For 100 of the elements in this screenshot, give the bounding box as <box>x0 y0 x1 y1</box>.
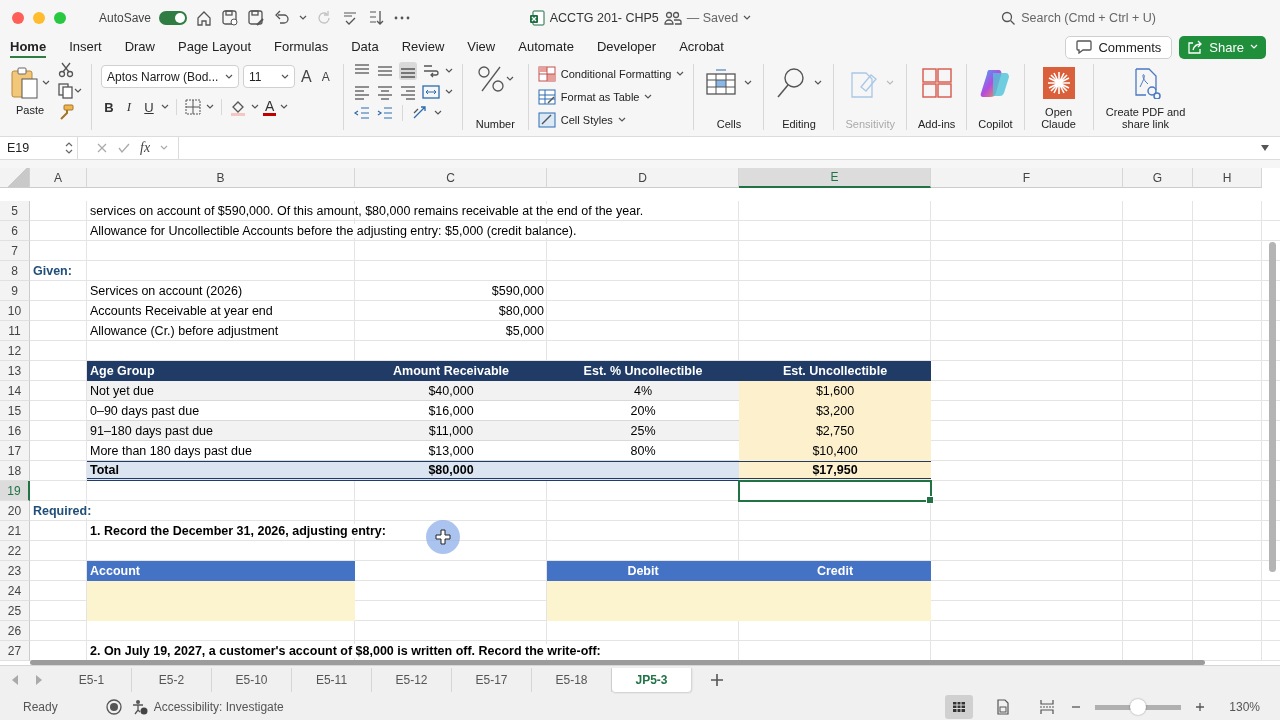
wrap-text-icon[interactable] <box>421 62 440 80</box>
bottom-align-icon[interactable] <box>398 62 417 80</box>
decrease-indent-icon[interactable] <box>352 104 371 122</box>
caret-icon[interactable] <box>251 104 259 110</box>
row-header[interactable]: 25 <box>0 601 30 621</box>
increase-font-button[interactable]: A <box>299 65 314 88</box>
zoom-slider-thumb[interactable] <box>1130 699 1147 715</box>
sheet-tab[interactable]: E5-1 <box>52 668 132 692</box>
style-menu-button[interactable]: Format as Table <box>537 89 685 105</box>
ribbon-tab[interactable]: Home <box>10 36 47 58</box>
ribbon-tab[interactable]: Developer <box>596 36 657 58</box>
caret-icon[interactable] <box>814 80 823 86</box>
style-menu-button[interactable]: Cell Styles <box>537 112 685 129</box>
caret-icon[interactable] <box>161 104 169 110</box>
caret-icon[interactable] <box>444 68 453 74</box>
number-format-button[interactable]: Number <box>471 62 519 132</box>
cells-button[interactable]: Cells <box>703 62 755 132</box>
share-button[interactable]: Share <box>1179 35 1266 59</box>
caret-icon[interactable] <box>444 89 453 95</box>
caret-icon[interactable] <box>433 110 442 116</box>
sheet-tab[interactable]: JP5-3 <box>612 668 692 692</box>
accessibility-icon[interactable] <box>131 699 148 715</box>
column-header[interactable]: D <box>547 168 739 188</box>
row-header[interactable]: 10 <box>0 301 30 321</box>
editing-button[interactable]: Editing <box>773 62 825 132</box>
macro-record-icon[interactable] <box>105 699 122 715</box>
horizontal-scrollbar[interactable] <box>30 660 1205 665</box>
row-header[interactable]: 13 <box>0 361 30 381</box>
row-header[interactable]: 12 <box>0 341 30 361</box>
column-header[interactable]: C <box>355 168 547 188</box>
row-header[interactable]: 7 <box>0 241 30 261</box>
sheet-tab[interactable]: E5-11 <box>292 668 372 692</box>
normal-view-icon[interactable] <box>945 695 974 719</box>
ribbon-tab[interactable]: Page Layout <box>178 36 251 58</box>
save-as-icon[interactable] <box>247 9 266 27</box>
align-right-icon[interactable] <box>398 83 417 101</box>
ribbon-tab[interactable]: Acrobat <box>679 36 724 58</box>
font-color-button[interactable]: A <box>263 98 277 116</box>
row-header[interactable]: 6 <box>0 221 30 241</box>
caret-icon[interactable] <box>506 76 515 82</box>
row-header[interactable]: 9 <box>0 281 30 301</box>
row-header[interactable]: 23 <box>0 561 30 581</box>
caret-icon[interactable] <box>744 80 753 86</box>
style-menu-button[interactable]: Conditional Formatting <box>537 65 685 82</box>
caret-icon[interactable] <box>644 94 653 100</box>
caret-icon[interactable] <box>299 15 308 21</box>
caret-icon[interactable] <box>225 73 233 80</box>
column-header[interactable]: E <box>739 168 931 188</box>
row-header[interactable]: 22 <box>0 541 30 561</box>
row-header[interactable]: 18 <box>0 461 30 481</box>
ribbon-tab[interactable]: Formulas <box>274 36 329 58</box>
sort-icon[interactable] <box>367 9 386 27</box>
create-pdf-button[interactable]: Create PDF and share link <box>1102 62 1189 132</box>
insert-function-button[interactable]: fx <box>140 140 151 156</box>
column-header[interactable]: G <box>1123 168 1193 188</box>
row-header[interactable]: 14 <box>0 381 30 401</box>
caret-icon[interactable] <box>206 104 214 110</box>
ribbon-tab[interactable]: Draw <box>124 36 155 58</box>
caret-icon[interactable] <box>676 70 685 77</box>
search-field[interactable]: Search (Cmd + Ctrl + U) <box>1001 11 1156 25</box>
row-header[interactable]: 20 <box>0 501 30 521</box>
increase-indent-icon[interactable] <box>375 104 394 122</box>
column-header[interactable]: B <box>87 168 355 188</box>
decrease-font-button[interactable]: A <box>317 69 334 84</box>
row-header[interactable]: 17 <box>0 441 30 461</box>
caret-icon[interactable] <box>280 104 289 110</box>
copy-icon[interactable] <box>58 83 74 99</box>
align-left-icon[interactable] <box>352 83 371 101</box>
add-ins-button[interactable]: Add-ins <box>916 62 958 132</box>
selected-cell[interactable] <box>738 480 932 502</box>
row-header[interactable]: 5 <box>0 201 30 221</box>
align-center-icon[interactable] <box>375 83 394 101</box>
row-header[interactable]: 21 <box>0 521 30 541</box>
vertical-scrollbar[interactable] <box>1269 242 1276 572</box>
expand-icon[interactable] <box>1260 144 1270 152</box>
close-window-button[interactable] <box>12 12 24 24</box>
row-header[interactable]: 15 <box>0 401 30 421</box>
ribbon-tab[interactable]: Review <box>401 36 445 58</box>
ribbon-tab[interactable]: Insert <box>69 36 102 58</box>
font-size-dropdown[interactable]: 11 <box>243 65 295 88</box>
name-box[interactable]: E19 <box>0 137 78 159</box>
format-painter-icon[interactable] <box>58 104 74 120</box>
caret-icon[interactable] <box>743 15 752 21</box>
row-header[interactable]: 27 <box>0 641 30 661</box>
caret-icon[interactable] <box>617 117 626 124</box>
zoom-in-icon[interactable] <box>1195 702 1206 712</box>
column-header[interactable]: H <box>1193 168 1262 188</box>
borders-icon[interactable] <box>184 98 202 116</box>
accessibility-status[interactable]: Accessibility: Investigate <box>153 700 284 714</box>
save-icon[interactable] <box>221 9 240 27</box>
bold-button[interactable]: B <box>101 99 117 115</box>
open-claude-button[interactable]: Open Claude <box>1033 62 1084 132</box>
zoom-level[interactable]: 130% <box>1229 700 1260 714</box>
comments-button[interactable]: Comments <box>1065 35 1173 59</box>
caret-icon[interactable] <box>281 73 289 80</box>
row-header[interactable]: 8 <box>0 261 30 281</box>
stepper-icon[interactable] <box>65 141 73 155</box>
font-name-dropdown[interactable]: Aptos Narrow (Bod... <box>101 65 239 88</box>
underline-button[interactable]: U <box>141 99 157 115</box>
row-header[interactable]: 19 <box>0 481 30 501</box>
